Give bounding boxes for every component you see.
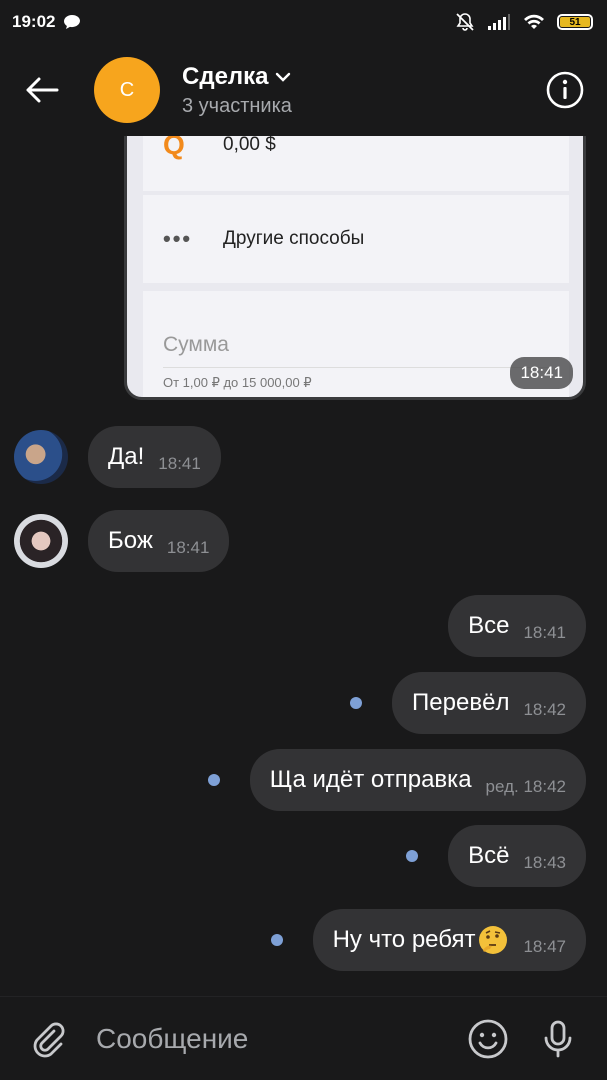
payment-option-other: ••• Другие способы (143, 195, 569, 283)
message-bubble[interactable]: Ну что ребят 18:47 (312, 909, 586, 971)
battery-icon: 51 (557, 14, 593, 30)
message-input[interactable]: Сообщение (96, 1023, 431, 1055)
battery-level: 51 (560, 17, 590, 28)
outgoing-message: Все 18:41 (448, 595, 586, 657)
message-time: 18:43 (523, 853, 566, 872)
arrow-left-icon (26, 77, 59, 103)
thinking-face-emoji-icon (479, 926, 508, 954)
unread-dot (270, 934, 283, 946)
message-text: Всё (468, 842, 510, 869)
paperclip-icon[interactable] (28, 1019, 68, 1059)
message-time: 18:41 (523, 623, 566, 642)
message-time: 18:47 (523, 937, 566, 956)
message-time: 18:42 (523, 700, 566, 719)
amount-hint: От 1,00 ₽ до 15 000,00 ₽ (163, 375, 312, 390)
message-bubble[interactable]: Да! 18:41 (88, 426, 221, 488)
chat-title: Сделка (182, 62, 269, 90)
unread-dot (350, 697, 363, 709)
message-text: Бож (108, 527, 153, 554)
message-bubble[interactable]: Перевёл 18:42 (392, 672, 586, 734)
message-time: 18:41 (510, 357, 573, 389)
info-icon[interactable] (545, 70, 585, 110)
composer-bar: Сообщение (0, 996, 607, 1080)
amount-underline (163, 367, 549, 368)
status-time: 19:02 (12, 12, 56, 31)
unread-dot (207, 774, 220, 786)
chat-subtitle: 3 участника (182, 94, 292, 117)
unread-dot (406, 850, 419, 862)
message-text: Ну что ребят (332, 926, 476, 953)
message-text: Да! (108, 443, 145, 470)
message-list[interactable]: Q 0,00 $ ••• Другие способы Сумма От 1,0… (0, 136, 607, 996)
amount-field-area: Сумма От 1,00 ₽ до 15 000,00 ₽ (143, 291, 569, 397)
outgoing-message: Ща идёт отправка ред. 18:42 (207, 749, 586, 811)
sender-avatar[interactable] (14, 430, 68, 484)
message-text: Перевёл (412, 689, 510, 716)
message-bubble[interactable]: Всё 18:43 (448, 825, 586, 887)
amount-label: Сумма (163, 333, 229, 356)
status-bar: 19:02 51 (0, 0, 607, 44)
mute-bell-icon (456, 13, 474, 31)
payment-screenshot-message[interactable]: Q 0,00 $ ••• Другие способы Сумма От 1,0… (124, 136, 586, 400)
qiwi-amount: 0,00 $ (223, 136, 276, 155)
incoming-message: Да! 18:41 (14, 426, 221, 488)
message-time: 18:41 (166, 538, 210, 557)
wifi-icon (524, 14, 544, 29)
signal-icon (488, 14, 510, 30)
qiwi-logo-icon: Q (163, 136, 185, 160)
incoming-message: Бож 18:41 (14, 510, 230, 572)
sender-avatar[interactable] (14, 514, 68, 568)
chat-header: С Сделка 3 участника (0, 44, 607, 136)
chat-avatar[interactable]: С (94, 57, 160, 123)
message-text: Ща идёт отправка (269, 766, 472, 793)
outgoing-message: Перевёл 18:42 (350, 672, 586, 734)
chat-notification-icon (64, 15, 81, 29)
message-time: ред. 18:42 (485, 777, 566, 796)
message-bubble[interactable]: Бож 18:41 (88, 510, 230, 572)
chat-avatar-letter: С (119, 78, 135, 101)
outgoing-message: Всё 18:43 (406, 825, 586, 887)
message-time: 18:41 (158, 454, 201, 473)
outgoing-message: Ну что ребят 18:47 (270, 909, 586, 971)
chevron-down-icon (275, 72, 290, 82)
message-text: Все (468, 612, 510, 639)
microphone-icon[interactable] (537, 1018, 579, 1060)
more-dots-icon: ••• (163, 226, 193, 251)
chat-title-block[interactable]: Сделка 3 участника (182, 63, 545, 118)
emoji-smile-icon[interactable] (467, 1018, 509, 1060)
payment-option-qiwi: Q 0,00 $ (143, 136, 569, 191)
back-button[interactable] (22, 70, 62, 110)
message-bubble[interactable]: Ща идёт отправка ред. 18:42 (249, 749, 586, 811)
message-bubble[interactable]: Все 18:41 (448, 595, 586, 657)
other-methods-label: Другие способы (223, 228, 365, 249)
